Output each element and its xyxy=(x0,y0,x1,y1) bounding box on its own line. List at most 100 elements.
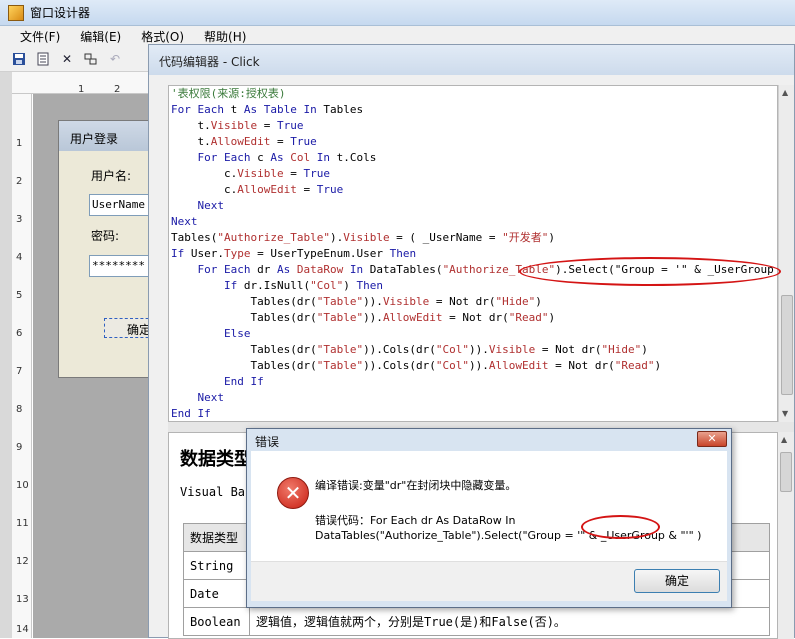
close-icon[interactable]: ✕ xyxy=(697,431,727,447)
save-all-icon[interactable] xyxy=(34,50,52,68)
vertical-ruler: 1 2 3 4 5 6 7 8 9 10 11 12 13 14 xyxy=(12,94,32,638)
table-cell: Date xyxy=(183,579,250,608)
table-header-cell: 数据类型 xyxy=(183,523,250,552)
code-line: Next xyxy=(169,390,777,406)
scroll-thumb[interactable] xyxy=(780,452,792,492)
code-token: "Read" xyxy=(508,311,549,324)
code-line: Tables(dr("Table")).Cols(dr("Col")).Allo… xyxy=(169,358,777,374)
scroll-down-icon[interactable]: ▼ xyxy=(782,409,788,418)
code-token: True xyxy=(303,167,330,180)
code-text-area[interactable]: '表权限(来源:授权表) For Each t As Table In Table… xyxy=(168,85,778,422)
code-token: DataTables( xyxy=(369,263,443,276)
help-subtitle: Visual Bas xyxy=(180,485,253,499)
code-token: = Not dr( xyxy=(429,295,496,308)
code-token: For Each xyxy=(171,263,258,276)
code-token: = ( _UserName = xyxy=(389,231,503,244)
undo-icon[interactable]: ↶ xyxy=(106,50,124,68)
code-token: Visible xyxy=(210,119,258,132)
code-line: End If xyxy=(169,406,777,421)
code-token: AllowEdit xyxy=(382,311,443,324)
dialog-title: 错误 xyxy=(255,435,280,449)
code-token: End If xyxy=(171,375,264,388)
scroll-thumb[interactable] xyxy=(781,295,793,395)
designer-menubar: 文件(F) 编辑(E) 格式(O) 帮助(H) xyxy=(0,26,795,46)
delete-icon[interactable]: ✕ xyxy=(58,50,76,68)
code-token: = Not dr( xyxy=(548,359,615,372)
code-token: )). xyxy=(469,359,489,372)
code-token: dr xyxy=(257,263,277,276)
error-message: 编译错误:变量"dr"在封闭块中隐藏变量。 xyxy=(315,479,517,492)
password-label: 密码: xyxy=(91,229,120,243)
code-token: Tables(dr( xyxy=(171,295,317,308)
code-token: As xyxy=(276,263,297,276)
code-token: ) xyxy=(654,359,662,372)
menu-file[interactable]: 文件(F) xyxy=(0,28,70,45)
code-token: Tables(dr( xyxy=(171,343,317,356)
code-token: t xyxy=(230,103,244,116)
code-token: c. xyxy=(171,167,238,180)
ruler-number: 8 xyxy=(16,404,23,415)
menu-format[interactable]: 格式(O) xyxy=(131,28,194,45)
code-token: Visible xyxy=(343,231,390,244)
code-token: In xyxy=(349,263,370,276)
code-token: "Table" xyxy=(316,295,364,308)
code-token: = Not dr( xyxy=(442,311,509,324)
horizontal-ruler: 1 2 xyxy=(0,72,160,95)
code-token: Col xyxy=(290,151,317,164)
code-token: c. xyxy=(171,183,238,196)
table-cell: Boolean xyxy=(183,607,250,636)
code-line: c.Visible = True xyxy=(169,166,777,182)
ok-button[interactable]: 确定 xyxy=(634,569,720,593)
code-token: Visible xyxy=(488,343,536,356)
code-token: "Table" xyxy=(316,359,364,372)
error-code-line: 错误代码：For Each dr As DataRow In xyxy=(315,514,516,527)
code-token: Tables(dr( xyxy=(171,359,317,372)
code-token: '表权限(来源:授权表) xyxy=(171,87,286,100)
code-token: If xyxy=(171,247,191,260)
code-token: Next xyxy=(171,199,224,212)
code-token: Tables(dr( xyxy=(171,311,317,324)
code-token: Tables xyxy=(323,103,364,116)
ruler-number: 2 xyxy=(16,176,23,187)
code-token: AllowEdit xyxy=(210,135,271,148)
code-token: For Each xyxy=(171,103,231,116)
save-icon[interactable] xyxy=(10,50,28,68)
layout-icon[interactable] xyxy=(82,50,100,68)
code-token: t.Cols xyxy=(336,151,377,164)
error-code: 错误代码：For Each dr As DataRow In DataTable… xyxy=(315,513,725,543)
code-token: "Table" xyxy=(316,343,364,356)
code-token: Then xyxy=(389,247,417,260)
login-form-preview[interactable]: 用户登录 用户名: UserName 密码: ******** 确定 xyxy=(58,120,159,378)
code-token: In xyxy=(303,103,324,116)
code-token: = xyxy=(296,183,317,196)
code-token: "Hide" xyxy=(495,295,536,308)
annotation-ellipse xyxy=(581,515,660,539)
menu-help[interactable]: 帮助(H) xyxy=(194,28,256,45)
code-token: In xyxy=(316,151,337,164)
ruler-number: 5 xyxy=(16,290,23,301)
code-token: = xyxy=(270,135,291,148)
designer-app-icon xyxy=(8,4,24,21)
code-token: AllowEdit xyxy=(488,359,549,372)
menu-edit[interactable]: 编辑(E) xyxy=(70,28,131,45)
code-token: For Each xyxy=(171,151,258,164)
code-token: "Table" xyxy=(316,311,364,324)
code-line: t.Visible = True xyxy=(169,118,777,134)
ruler-number: 11 xyxy=(16,518,29,529)
code-token: As xyxy=(243,103,264,116)
code-scrollbar[interactable]: ▲ ▼ xyxy=(778,85,794,422)
table-row: Boolean 逻辑值，逻辑值就两个，分别是True(是)和False(否)。 xyxy=(183,607,770,636)
code-line: Tables(dr("Table")).AllowEdit = Not dr("… xyxy=(169,310,777,326)
help-scrollbar[interactable]: ▲ xyxy=(778,432,794,639)
code-token: User. xyxy=(190,247,224,260)
designer-title: 窗口设计器 xyxy=(30,6,91,20)
code-line: t.AllowEdit = True xyxy=(169,134,777,150)
code-token: Table xyxy=(263,103,304,116)
code-token: )). xyxy=(363,295,383,308)
scroll-up-icon[interactable]: ▲ xyxy=(781,435,787,444)
scroll-up-icon[interactable]: ▲ xyxy=(782,88,788,97)
form-caption: 用户登录 xyxy=(59,121,157,151)
code-token: Else xyxy=(171,327,251,340)
error-dialog: 错误 ✕ ✕ 编译错误:变量"dr"在封闭块中隐藏变量。 错误代码：For Ea… xyxy=(246,428,732,608)
code-token: )). xyxy=(469,343,489,356)
